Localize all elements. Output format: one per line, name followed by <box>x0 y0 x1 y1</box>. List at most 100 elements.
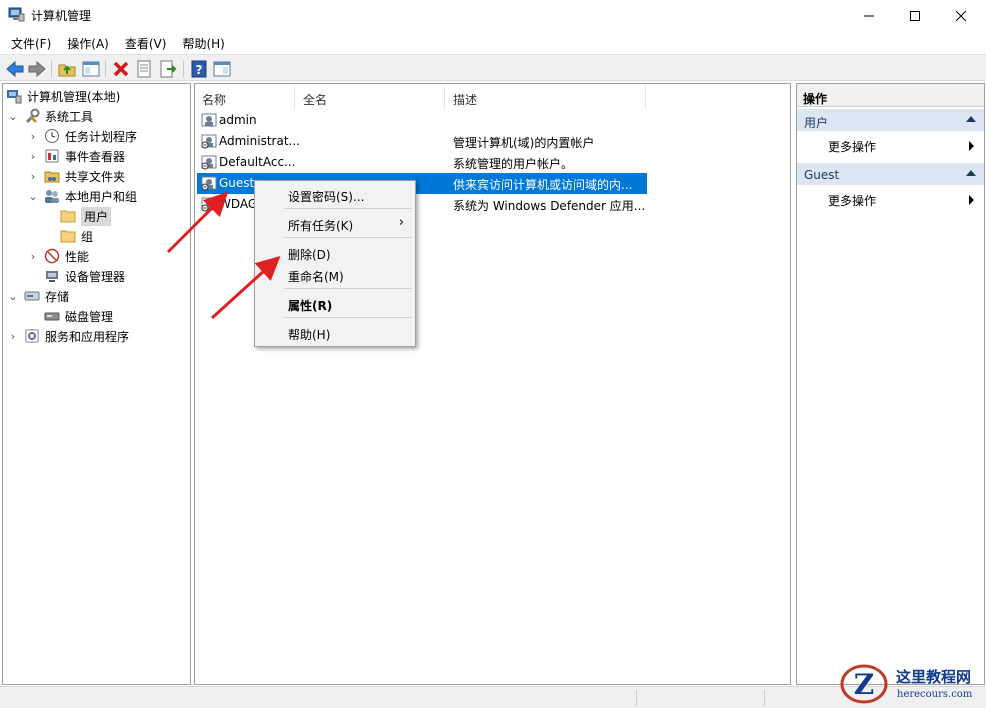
section-title: 用户 <box>804 116 829 130</box>
actions-header: 操作 <box>797 84 984 107</box>
user-name: admin <box>219 113 257 127</box>
svg-text:Z: Z <box>854 668 874 701</box>
show-hide-tree-icon[interactable] <box>81 59 101 79</box>
user-icon <box>201 197 217 212</box>
user-icon <box>201 176 217 191</box>
more-actions-guest[interactable]: 更多操作 <box>797 187 984 209</box>
properties-icon[interactable] <box>134 59 154 79</box>
menu-item-properties[interactable]: 属性(R) <box>255 292 415 314</box>
user-name: WDAG <box>219 197 258 211</box>
submenu-arrow-icon: › <box>398 215 404 230</box>
chevron-right-icon[interactable]: › <box>26 249 40 263</box>
tree-label: 任务计划程序 <box>65 129 138 144</box>
chevron-down-icon[interactable]: ⌄ <box>6 289 20 303</box>
tree-label: 计算机管理(本地) <box>27 89 121 104</box>
table-row[interactable]: admin <box>197 110 647 131</box>
minimize-button[interactable] <box>846 0 892 31</box>
performance-icon <box>44 248 60 264</box>
tree-item-task-scheduler[interactable]: › 任务计划程序 <box>26 126 137 146</box>
title-bar: 计算机管理 <box>0 0 986 31</box>
back-icon[interactable] <box>5 59 25 79</box>
menu-item-label: 所有任务(K) <box>288 219 354 233</box>
tree-item-event-viewer[interactable]: › 事件查看器 <box>26 146 125 166</box>
tree-item-computer-management[interactable]: 计算机管理(本地) <box>6 86 120 106</box>
services-icon <box>25 329 39 343</box>
menu-item-help[interactable]: 帮助(H) <box>255 321 415 343</box>
chevron-right-icon[interactable]: › <box>26 169 40 183</box>
tree-item-device-manager[interactable]: 设备管理器 <box>44 266 125 286</box>
column-header-name[interactable]: 名称 <box>195 85 295 109</box>
tree-item-users[interactable]: 用户 <box>60 206 112 226</box>
collapse-icon[interactable] <box>966 170 976 176</box>
tree-item-services-apps[interactable]: › 服务和应用程序 <box>6 326 129 346</box>
tree-item-storage[interactable]: ⌄ 存储 <box>6 286 69 306</box>
user-name: Administrat... <box>219 134 300 148</box>
context-menu: 设置密码(S)... 所有任务(K) › 删除(D) 重命名(M) 属性(R) … <box>254 180 416 347</box>
actions-pane: 操作 用户 更多操作 Guest 更多操作 <box>796 83 985 685</box>
help-icon[interactable]: ? <box>189 59 209 79</box>
tree-label: 系统工具 <box>45 109 94 124</box>
user-name: Guest <box>219 176 255 190</box>
user-description: 管理计算机(域)的内置帐户 <box>453 136 595 150</box>
folder-icon <box>60 210 76 223</box>
computer-management-icon <box>7 90 22 104</box>
tree-item-disk-management[interactable]: 磁盘管理 <box>44 306 113 326</box>
column-header-full-name[interactable]: 全名 <box>296 85 445 109</box>
menu-item-set-password[interactable]: 设置密码(S)... <box>255 183 415 205</box>
more-actions-users[interactable]: 更多操作 <box>797 133 984 155</box>
user-icon <box>201 134 217 149</box>
collapse-icon[interactable] <box>966 116 976 122</box>
tree-item-system-tools[interactable]: ⌄ 系统工具 <box>6 106 93 126</box>
user-description: 系统管理的用户帐户。 <box>453 157 574 171</box>
menu-help[interactable]: 帮助(H) <box>182 31 224 53</box>
folder-icon <box>60 230 76 243</box>
tree-label: 组 <box>81 229 94 244</box>
menu-bar: 文件(F) 操作(A) 查看(V) 帮助(H) <box>0 31 986 53</box>
close-button[interactable] <box>938 0 984 31</box>
menu-file[interactable]: 文件(F) <box>11 31 51 53</box>
chevron-right-icon[interactable]: › <box>6 329 20 343</box>
menu-item-rename[interactable]: 重命名(M) <box>255 263 415 285</box>
menu-view[interactable]: 查看(V) <box>125 31 167 53</box>
maximize-button[interactable] <box>892 0 938 31</box>
table-row[interactable]: Administrat... 管理计算机(域)的内置帐户 <box>197 131 647 152</box>
export-list-icon[interactable] <box>158 59 178 79</box>
console-tree: 计算机管理(本地) ⌄ 系统工具 › 任务计划程序 › 事件查看器 › 共享文件… <box>2 83 191 685</box>
svg-text:?: ? <box>196 63 203 77</box>
shared-folder-icon <box>44 171 60 183</box>
watermark-url: herecours.com <box>897 689 973 700</box>
column-header-description[interactable]: 描述 <box>446 85 646 109</box>
window-title: 计算机管理 <box>31 9 92 23</box>
forward-icon[interactable] <box>27 59 47 79</box>
menu-action[interactable]: 操作(A) <box>67 31 109 53</box>
tree-label: 本地用户和组 <box>65 189 138 204</box>
tree-item-local-users-groups[interactable]: ⌄ 本地用户和组 <box>26 186 137 206</box>
table-row[interactable]: DefaultAcc... 系统管理的用户帐户。 <box>197 152 647 173</box>
tree-item-groups[interactable]: 组 <box>60 226 93 246</box>
tree-label: 存储 <box>45 289 70 304</box>
tree-item-shared-folders[interactable]: › 共享文件夹 <box>26 166 125 186</box>
menu-item-all-tasks[interactable]: 所有任务(K) › <box>255 212 415 234</box>
show-action-pane-icon[interactable] <box>212 59 232 79</box>
actions-section-guest[interactable]: Guest <box>797 163 984 185</box>
tree-label: 共享文件夹 <box>65 169 126 184</box>
delete-icon[interactable] <box>111 59 131 79</box>
user-description: 系统为 Windows Defender 应用... <box>453 199 646 213</box>
tree-label: 服务和应用程序 <box>45 329 130 344</box>
submenu-arrow-icon <box>969 195 974 205</box>
actions-section-users[interactable]: 用户 <box>797 109 984 131</box>
clock-icon <box>45 129 59 143</box>
chevron-down-icon[interactable]: ⌄ <box>26 189 40 203</box>
chevron-right-icon[interactable]: › <box>26 129 40 143</box>
up-folder-icon[interactable] <box>57 59 77 79</box>
menu-item-delete[interactable]: 删除(D) <box>255 241 415 263</box>
tree-item-performance[interactable]: › 性能 <box>26 246 89 266</box>
tree-label: 性能 <box>65 249 90 264</box>
chevron-down-icon[interactable]: ⌄ <box>6 109 20 123</box>
chevron-right-icon[interactable]: › <box>26 149 40 163</box>
user-description: 供来宾访问计算机或访问域的内... <box>453 178 633 192</box>
maximize-icon <box>910 10 920 21</box>
close-icon <box>955 10 967 21</box>
tree-label: 用户 <box>81 206 112 226</box>
user-icon <box>201 113 217 127</box>
